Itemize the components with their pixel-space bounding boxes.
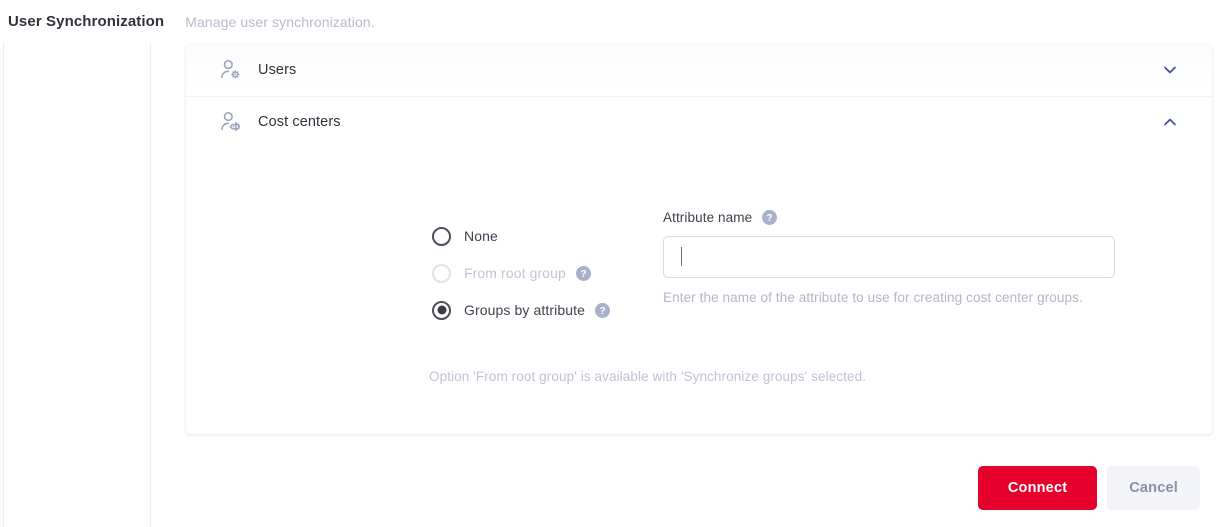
radio-groups-by-attribute-indicator[interactable] <box>432 300 451 320</box>
chevron-down-icon[interactable] <box>1160 60 1180 80</box>
user-gear-icon <box>218 57 244 83</box>
page-header: User Synchronization Manage user synchro… <box>0 0 1223 43</box>
radio-option-groups-by-attribute[interactable]: Groups by attribute ? <box>432 294 652 326</box>
user-sync-panel: Users Cost centers None From root group … <box>186 44 1212 434</box>
attribute-name-field-group: Attribute name ? Enter the name of the a… <box>663 208 1115 308</box>
svg-text:?: ? <box>599 306 605 317</box>
radio-none-indicator[interactable] <box>432 226 451 246</box>
radio-option-from-root-group: From root group ? <box>432 257 652 289</box>
sidebar-item-label-cost-centers: Cost centers <box>258 114 341 130</box>
attribute-name-input-wrap <box>663 236 1115 278</box>
user-tag-icon <box>218 109 244 135</box>
radio-none-label: None <box>464 228 498 244</box>
svg-text:?: ? <box>767 213 773 224</box>
sidebar-item-users[interactable]: Users <box>186 44 1212 96</box>
text-caret <box>681 247 682 266</box>
dialog-footer: Connect Cancel <box>186 466 1212 510</box>
section-separator <box>186 96 1212 97</box>
page-title: User Synchronization <box>8 13 165 30</box>
attribute-name-input[interactable] <box>663 236 1115 278</box>
help-icon-attribute-name[interactable]: ? <box>762 209 778 225</box>
cost-center-mode-radio-group: None From root group ? Groups by attribu… <box>432 220 652 331</box>
left-rail-background <box>4 43 150 527</box>
help-icon-groups-by-attribute[interactable]: ? <box>594 302 610 318</box>
sidebar-item-cost-centers[interactable]: Cost centers <box>186 96 1212 148</box>
page-subtitle: Manage user synchronization. <box>185 13 375 30</box>
cost-centers-note: Option 'From root group' is available wi… <box>429 369 867 384</box>
sidebar-item-label-users: Users <box>258 62 297 78</box>
chevron-up-icon[interactable] <box>1160 112 1180 132</box>
help-icon-from-root-group[interactable]: ? <box>575 265 591 281</box>
attribute-name-hint: Enter the name of the attribute to use f… <box>663 290 1083 305</box>
content-left-divider <box>150 43 151 527</box>
radio-groups-by-attribute-label: Groups by attribute <box>464 302 585 318</box>
left-rail-divider <box>3 43 4 527</box>
attribute-name-label-row: Attribute name ? <box>663 208 1115 226</box>
radio-option-none[interactable]: None <box>432 220 652 252</box>
cost-centers-body: None From root group ? Groups by attribu… <box>186 148 1212 413</box>
connect-button[interactable]: Connect <box>977 466 1098 510</box>
attribute-name-label: Attribute name <box>663 209 753 225</box>
radio-from-root-group-indicator <box>432 263 451 283</box>
radio-from-root-group-label: From root group <box>464 265 566 281</box>
svg-text:?: ? <box>580 269 586 280</box>
cancel-button[interactable]: Cancel <box>1107 466 1200 510</box>
